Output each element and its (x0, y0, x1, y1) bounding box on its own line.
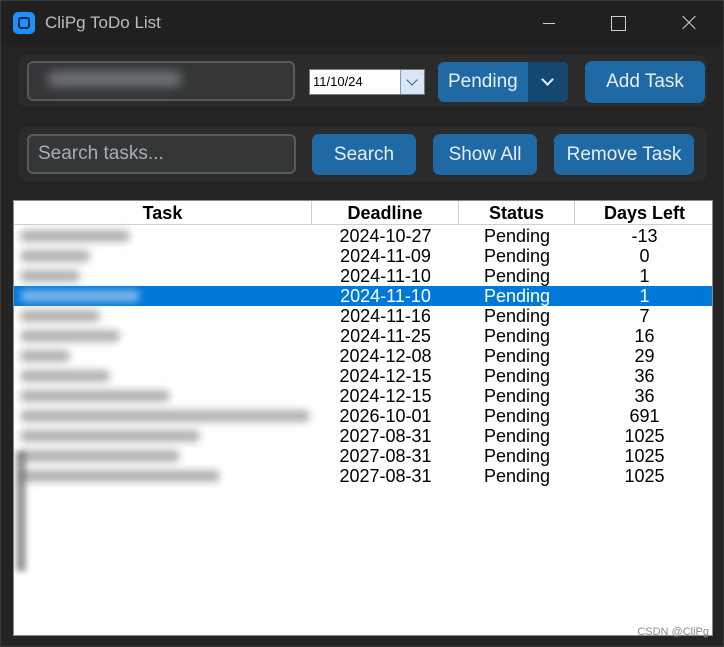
table-row[interactable]: 2024-11-09 Pending 0 (14, 246, 712, 266)
cell-deadline: 2024-12-15 (339, 386, 432, 406)
show-all-button[interactable]: Show All (433, 134, 537, 175)
table-row[interactable]: 2026-10-01 Pending 691 (14, 406, 712, 426)
table-row[interactable]: 2024-11-10 Pending 1 (14, 266, 712, 286)
table-row[interactable]: 2024-12-08 Pending 29 (14, 346, 712, 366)
minimize-button[interactable] (525, 7, 571, 39)
search-input[interactable]: Search tasks... (27, 134, 296, 174)
cell-days-left: 1 (639, 266, 650, 286)
app-logo-icon (13, 12, 35, 34)
table-row[interactable]: 2027-08-31 Pending 1025 (14, 466, 712, 486)
cell-status: Pending (483, 366, 551, 386)
maximize-button[interactable] (595, 7, 641, 39)
cell-status: Pending (483, 386, 551, 406)
cell-deadline: 2024-12-08 (339, 346, 432, 366)
remove-task-button[interactable]: Remove Task (554, 134, 694, 175)
table-row[interactable]: 2024-11-25 Pending 16 (14, 326, 712, 346)
column-header-status[interactable]: Status (459, 201, 575, 225)
cell-days-left: 29 (634, 346, 655, 366)
table-row[interactable]: 2024-12-15 Pending 36 (14, 366, 712, 386)
cell-days-left: 36 (634, 366, 655, 386)
blurred-task-text (20, 450, 180, 462)
blurred-task-text (20, 390, 170, 402)
add-task-button[interactable]: Add Task (585, 61, 705, 103)
cell-deadline: 2024-12-15 (339, 366, 432, 386)
cell-days-left: 1025 (624, 426, 665, 446)
cell-days-left: 7 (639, 306, 650, 326)
table-row[interactable]: 2024-10-27 Pending -13 (14, 226, 712, 246)
cell-status: Pending (483, 406, 551, 426)
cell-deadline: 2024-11-25 (340, 326, 431, 346)
task-table[interactable]: Task Deadline Status Days Left 2024-10-2… (13, 200, 713, 636)
blurred-task-text (20, 430, 200, 442)
cell-status: Pending (483, 346, 551, 366)
cell-deadline: 2024-11-10 (340, 266, 431, 286)
blurred-task-text (20, 310, 100, 322)
blurred-task-text (20, 290, 140, 302)
table-header: Task Deadline Status Days Left (14, 201, 712, 225)
cell-days-left: 16 (634, 326, 655, 346)
blurred-task-text (20, 370, 110, 382)
cell-status: Pending (483, 246, 551, 266)
cell-deadline: 2024-11-09 (340, 246, 431, 266)
cell-days-left: 1025 (624, 446, 665, 466)
column-header-deadline[interactable]: Deadline (312, 201, 459, 225)
blurred-task-text (47, 71, 182, 87)
cell-days-left: 691 (629, 406, 660, 426)
blurred-task-text (20, 250, 90, 262)
table-row[interactable]: 2024-12-15 Pending 36 (14, 386, 712, 406)
table-body: 2024-10-27 Pending -13 2024-11-09 Pending 0 20… (14, 226, 712, 486)
window-title: CliPg ToDo List (45, 13, 161, 32)
cell-status: Pending (483, 226, 551, 246)
blurred-task-text (20, 230, 130, 242)
task-entry-frame: 11/10/24 Pending Add Task (19, 55, 707, 107)
cell-days-left: 0 (639, 246, 650, 266)
cell-status: Pending (483, 326, 551, 346)
date-value: 11/10/24 (313, 74, 363, 89)
cell-days-left: 1 (639, 286, 650, 306)
table-row[interactable]: 2024-11-10 Pending 1 (14, 286, 712, 306)
cell-status: Pending (483, 286, 551, 306)
blurred-task-text (20, 270, 80, 282)
app-window: CliPg ToDo List 11/10/24 Pending Add Tas… (0, 0, 724, 647)
cell-status: Pending (483, 426, 551, 446)
close-button[interactable] (665, 7, 711, 39)
title-bar[interactable]: CliPg ToDo List (1, 1, 723, 45)
search-button[interactable]: Search (312, 134, 416, 175)
cell-deadline: 2027-08-31 (339, 446, 432, 466)
table-row[interactable]: 2027-08-31 Pending 1025 (14, 446, 712, 466)
cell-deadline: 2027-08-31 (339, 466, 432, 486)
chevron-down-icon[interactable] (400, 70, 424, 94)
blurred-task-text (20, 350, 70, 362)
table-row[interactable]: 2027-08-31 Pending 1025 (14, 426, 712, 446)
cell-status: Pending (483, 266, 551, 286)
search-frame: Search tasks... Search Show All Remove T… (19, 127, 707, 181)
blurred-edge (16, 451, 26, 571)
blurred-task-text (20, 470, 220, 482)
cell-deadline: 2027-08-31 (339, 426, 432, 446)
cell-days-left: 36 (634, 386, 655, 406)
watermark: CSDN @CliPg (637, 626, 709, 638)
cell-days-left: -13 (631, 226, 658, 246)
cell-status: Pending (483, 306, 551, 326)
cell-deadline: 2024-10-27 (339, 226, 432, 246)
cell-deadline: 2024-11-16 (340, 306, 431, 326)
cell-status: Pending (483, 466, 551, 486)
blurred-task-text (20, 410, 310, 422)
chevron-down-icon[interactable] (528, 62, 568, 102)
cell-deadline: 2024-11-10 (340, 286, 431, 306)
status-dropdown[interactable]: Pending (438, 62, 568, 102)
blurred-task-text (20, 330, 120, 342)
cell-deadline: 2026-10-01 (339, 406, 432, 426)
cell-days-left: 1025 (624, 466, 665, 486)
column-header-task[interactable]: Task (14, 201, 312, 225)
deadline-date-picker[interactable]: 11/10/24 (309, 69, 425, 95)
table-row[interactable]: 2024-11-16 Pending 7 (14, 306, 712, 326)
column-header-days-left[interactable]: Days Left (575, 201, 712, 225)
status-selected: Pending (448, 71, 518, 92)
cell-status: Pending (483, 446, 551, 466)
